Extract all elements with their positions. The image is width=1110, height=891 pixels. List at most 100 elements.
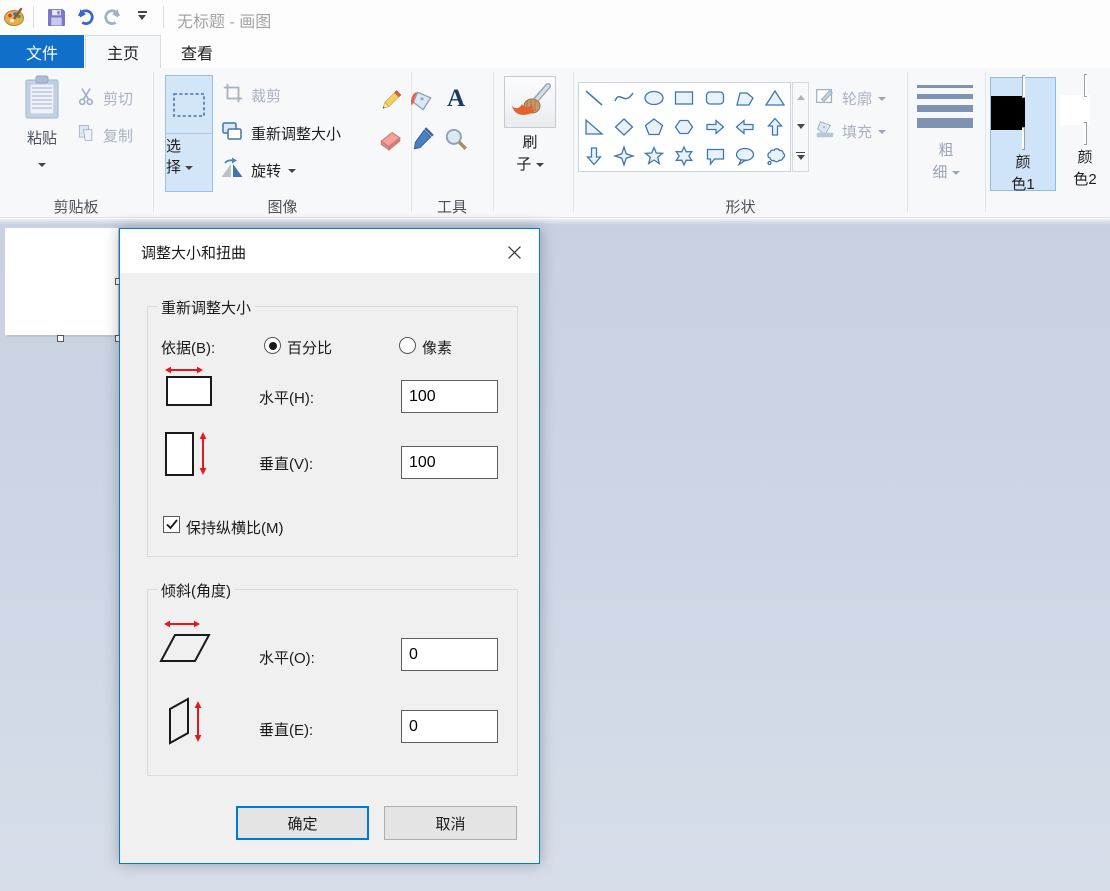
resize-legend: 重新调整大小 <box>157 297 255 318</box>
shape-callout-rectangle-icon[interactable] <box>700 142 730 171</box>
shapes-scroll-down-icon[interactable] <box>793 112 808 141</box>
shape-polygon-icon[interactable] <box>730 83 760 112</box>
shape-right-triangle-icon[interactable] <box>579 112 609 141</box>
image-group-label: 图像 <box>154 196 411 216</box>
size-icon[interactable] <box>917 85 973 134</box>
fill-tool-icon[interactable] <box>409 88 435 114</box>
skew-vertical-label: 垂直(E): <box>259 719 313 740</box>
crop-label: 裁剪 <box>251 85 281 106</box>
shape-triangle-icon[interactable] <box>760 83 790 112</box>
cancel-button[interactable]: 取消 <box>384 806 517 840</box>
fill-button[interactable]: 填充 <box>814 118 886 145</box>
save-icon[interactable] <box>44 5 68 29</box>
select-button[interactable]: 选 择 <box>165 75 213 192</box>
resize-label: 重新调整大小 <box>251 123 341 144</box>
group-separator <box>985 72 986 212</box>
percent-radio-label[interactable]: 百分比 <box>287 337 332 358</box>
crop-button[interactable]: 裁剪 <box>222 82 281 109</box>
drawing-canvas[interactable] <box>5 228 118 335</box>
window-title: 无标题 - 画图 <box>177 8 271 32</box>
shape-callout-cloud-icon[interactable] <box>760 142 790 171</box>
skew-vertical-icon <box>164 695 216 752</box>
shape-star-5-icon[interactable] <box>639 142 669 171</box>
shape-diamond-icon[interactable] <box>609 112 639 141</box>
percent-radio[interactable] <box>264 337 281 354</box>
canvas-resize-handle-bottom[interactable] <box>57 335 64 342</box>
eyedropper-tool-icon[interactable] <box>409 126 435 152</box>
outline-icon <box>814 85 836 112</box>
brush-icon <box>504 76 556 128</box>
shape-arrow-up-icon[interactable] <box>760 112 790 141</box>
size-button[interactable]: 粗 细 <box>908 140 984 184</box>
magnifier-tool-icon[interactable] <box>443 126 469 152</box>
shape-star-6-icon[interactable] <box>669 142 699 171</box>
aspect-ratio-checkbox[interactable] <box>163 516 180 533</box>
ok-button[interactable]: 确定 <box>236 806 369 840</box>
undo-icon[interactable] <box>73 5 97 29</box>
resize-horizontal-input[interactable] <box>401 380 498 413</box>
color1-label-1: 颜 <box>991 152 1055 174</box>
aspect-ratio-label[interactable]: 保持纵横比(M) <box>186 517 284 538</box>
copy-button[interactable]: 复制 <box>76 123 133 148</box>
outline-button[interactable]: 轮廓 <box>814 85 886 112</box>
resize-vertical-label: 垂直(V): <box>259 453 313 474</box>
title-bar: 无标题 - 画图 <box>0 0 1110 35</box>
outline-dropdown-icon <box>878 97 886 101</box>
paste-button[interactable]: 粘贴 <box>14 74 70 190</box>
tab-file[interactable]: 文件 <box>0 35 84 68</box>
color2-button[interactable]: 颜 色2 <box>1060 77 1110 191</box>
skew-legend: 倾斜(角度) <box>157 580 235 601</box>
resize-button[interactable]: 重新调整大小 <box>220 119 341 148</box>
tools-group-label: 工具 <box>412 196 492 216</box>
cut-label: 剪切 <box>103 88 133 109</box>
fill-label: 填充 <box>842 121 872 142</box>
fill-icon <box>814 118 836 145</box>
brush-button[interactable]: 刷 子 <box>503 76 557 186</box>
crop-icon <box>222 82 244 109</box>
shape-callout-oval-icon[interactable] <box>730 142 760 171</box>
shapes-more-icon[interactable] <box>793 141 808 170</box>
skew-vertical-input[interactable] <box>401 710 498 743</box>
cut-button[interactable]: 剪切 <box>76 86 133 111</box>
shape-arrow-left-icon[interactable] <box>730 112 760 141</box>
pixels-radio-label[interactable]: 像素 <box>422 337 452 358</box>
resize-icon <box>220 119 244 148</box>
resize-vertical-input[interactable] <box>401 446 498 479</box>
shape-arrow-right-icon[interactable] <box>700 112 730 141</box>
shape-rectangle-icon[interactable] <box>669 83 699 112</box>
close-icon[interactable] <box>503 241 525 263</box>
dialog-title-bar: 调整大小和扭曲 <box>120 229 539 273</box>
rotate-button[interactable]: 旋转 <box>220 156 296 185</box>
tab-home[interactable]: 主页 <box>85 35 161 68</box>
brush-label-1: 刷 <box>503 132 557 154</box>
shape-star-4-icon[interactable] <box>609 142 639 171</box>
group-separator <box>153 72 154 212</box>
skew-horizontal-input[interactable] <box>401 638 498 671</box>
text-tool-icon[interactable]: A <box>443 86 469 112</box>
shape-curve-icon[interactable] <box>609 83 639 112</box>
rotate-label: 旋转 <box>251 160 281 181</box>
shape-pentagon-icon[interactable] <box>639 112 669 141</box>
group-separator <box>493 72 494 212</box>
shapes-scroll-up-icon[interactable] <box>793 83 808 112</box>
tab-view[interactable]: 查看 <box>162 35 232 68</box>
fill-dropdown-icon <box>878 130 886 134</box>
color1-button[interactable]: 颜 色1 <box>990 77 1056 191</box>
shape-hexagon-icon[interactable] <box>669 112 699 141</box>
shape-arrow-down-icon[interactable] <box>579 142 609 171</box>
shape-ellipse-icon[interactable] <box>639 83 669 112</box>
shape-rounded-rectangle-icon[interactable] <box>700 83 730 112</box>
eraser-tool-icon[interactable] <box>377 126 403 152</box>
select-label-1: 选 <box>166 136 212 157</box>
redo-icon[interactable] <box>101 5 125 29</box>
shape-line-icon[interactable] <box>579 83 609 112</box>
color2-swatch <box>1060 74 1110 145</box>
pixels-radio[interactable] <box>399 337 416 354</box>
resize-horizontal-icon <box>164 363 214 414</box>
skew-horizontal-icon <box>159 617 215 672</box>
paste-label: 粘贴 <box>14 127 70 148</box>
select-label-2: 择 <box>166 159 181 176</box>
pencil-tool-icon[interactable] <box>377 88 403 114</box>
rotate-dropdown-icon <box>288 169 296 173</box>
qat-customize-icon[interactable] <box>136 11 150 23</box>
